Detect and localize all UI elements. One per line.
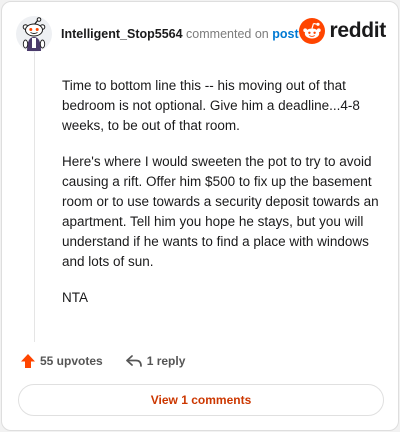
comment-meta: Intelligent_Stop5564 commented on post — [61, 27, 299, 41]
upvote-count: 55 upvotes — [40, 354, 103, 368]
reddit-logo-icon — [299, 18, 326, 44]
username[interactable]: Intelligent_Stop5564 — [61, 27, 183, 41]
post-link[interactable]: post — [272, 27, 298, 41]
reddit-wordmark: reddit — [329, 19, 386, 42]
reply-button[interactable]: 1 reply — [125, 353, 186, 369]
reply-count: 1 reply — [146, 354, 186, 368]
comment-header: Intelligent_Stop5564 commented on post r… — [16, 14, 386, 54]
comment-paragraph: NTA — [62, 290, 88, 305]
comment-card: Intelligent_Stop5564 commented on post r… — [1, 1, 399, 431]
comment-paragraph: Here's where I would sweeten the pot to … — [62, 154, 379, 269]
comment-actions: 55 upvotes 1 reply — [20, 350, 185, 372]
upvote-button[interactable]: 55 upvotes — [20, 353, 103, 369]
reply-arrow-icon — [125, 355, 142, 367]
thread-line — [34, 52, 35, 342]
view-comments-label: View 1 comments — [150, 393, 252, 407]
action-text: commented on — [186, 27, 269, 41]
comment-paragraph: Time to bottom line this -- his moving o… — [62, 78, 360, 133]
reddit-logo[interactable]: reddit — [299, 17, 386, 45]
view-comments-button[interactable]: View 1 comments — [18, 384, 384, 416]
upvote-arrow-icon — [21, 354, 35, 368]
comment-body: Time to bottom line this -- his moving o… — [62, 76, 382, 324]
snoo-avatar-icon[interactable] — [16, 16, 52, 52]
